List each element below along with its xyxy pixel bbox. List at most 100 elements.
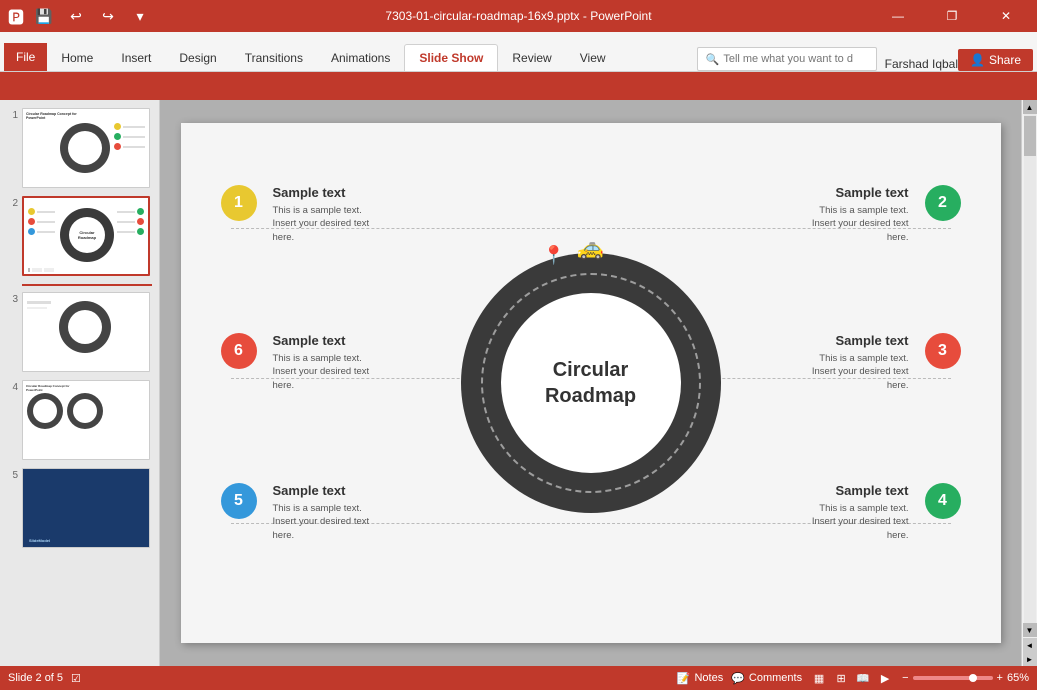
powerpoint-icon: 🅿 (8, 4, 24, 28)
section-4: 4 Sample text This is a sample text.Inse… (804, 483, 961, 542)
tab-review[interactable]: Review (498, 45, 565, 71)
scroll-left-btn[interactable]: ◄ (1023, 638, 1037, 652)
section-2: 2 Sample text This is a sample text.Inse… (804, 185, 961, 244)
zoom-area: − + 65% (902, 672, 1029, 684)
slide-canvas[interactable]: CircularRoadmap 🚕 📍 1 Sample text Th (181, 123, 1001, 643)
dashed-ring (481, 273, 701, 493)
tab-animations[interactable]: Animations (317, 45, 404, 71)
minimize-btn[interactable]: — (875, 0, 921, 32)
section-1: 1 Sample text This is a sample text.Inse… (221, 185, 378, 244)
slide-panel: 1 Circular Roadmap Concept forPowerPoint (0, 100, 160, 666)
window-title: 7303-01-circular-roadmap-16x9.pptx - Pow… (385, 9, 651, 23)
notes-button[interactable]: 📝 Notes (677, 672, 723, 685)
slide-num-5: 5 (4, 468, 18, 481)
title-bar: 🅿 💾 ↩ ↪ ▾ 7303-01-circular-roadmap-16x9.… (0, 0, 1037, 32)
main-content: 1 Circular Roadmap Concept forPowerPoint (0, 100, 1037, 666)
status-left: Slide 2 of 5 ☑ (8, 672, 81, 685)
slide-preview-2[interactable]: CircularRoadmap (22, 196, 150, 276)
slide-num-2: 2 (4, 196, 18, 209)
tab-file[interactable]: File (4, 43, 47, 71)
share-icon: 👤 (970, 53, 985, 67)
zoom-thumb (969, 674, 977, 682)
section-title-5: Sample text (273, 483, 370, 498)
section-body-4: This is a sample text.Insert your desire… (812, 502, 909, 542)
notes-label: Notes (694, 672, 723, 684)
slide-thumb-1[interactable]: 1 Circular Roadmap Concept forPowerPoint (4, 108, 155, 188)
tab-slideshow[interactable]: Slide Show (404, 44, 498, 71)
slide-preview-1[interactable]: Circular Roadmap Concept forPowerPoint (22, 108, 150, 188)
circle-1: 1 (221, 185, 257, 221)
road-ring: CircularRoadmap 🚕 📍 (461, 253, 721, 513)
title-bar-controls: — ❐ ✕ (875, 0, 1029, 32)
tab-insert[interactable]: Insert (107, 45, 165, 71)
normal-view-btn[interactable]: ▦ (810, 669, 828, 687)
customize-quick-btn[interactable]: ▾ (126, 2, 154, 30)
slide-preview-5[interactable]: SlideModel (22, 468, 150, 548)
circle-3: 3 (925, 333, 961, 369)
search-bar[interactable]: 🔍 (697, 47, 877, 71)
share-button[interactable]: 👤 Share (958, 49, 1033, 71)
section-title-4: Sample text (812, 483, 909, 498)
section-title-3: Sample text (812, 333, 909, 348)
car-icon: 🚕 (577, 235, 604, 261)
roadmap-container: CircularRoadmap 🚕 📍 1 Sample text Th (181, 123, 1001, 643)
comments-button[interactable]: 💬 Comments (731, 672, 802, 685)
tab-design[interactable]: Design (165, 45, 230, 71)
slide-thumb-3[interactable]: 3 (4, 292, 155, 372)
notes-icon: 📝 (677, 672, 691, 685)
scroll-area: ▲ ▼ ◄ ► (1021, 100, 1037, 666)
thumb-content-5: SlideModel (23, 469, 149, 547)
slide-thumb-4[interactable]: 4 Circular Roadmap Concept forPowerPoint (4, 380, 155, 460)
restore-btn[interactable]: ❐ (929, 0, 975, 32)
save-quick-btn[interactable]: 💾 (30, 2, 58, 30)
ribbon: File Home Insert Design Transitions Anim… (0, 32, 1037, 100)
thumb-content-1: Circular Roadmap Concept forPowerPoint (23, 109, 149, 187)
search-input[interactable] (723, 53, 853, 65)
section-text-5: Sample text This is a sample text.Insert… (265, 483, 378, 542)
section-text-1: Sample text This is a sample text.Insert… (265, 185, 378, 244)
section-title-2: Sample text (812, 185, 909, 200)
search-icon: 🔍 (706, 53, 720, 66)
tab-transitions[interactable]: Transitions (231, 45, 317, 71)
slide-thumb-2[interactable]: 2 CircularRoadmap (4, 196, 155, 276)
scroll-up-btn[interactable]: ▲ (1023, 100, 1037, 114)
tab-view[interactable]: View (566, 45, 620, 71)
pin-icon: 📍 (543, 245, 565, 266)
zoom-out-btn[interactable]: − (902, 672, 908, 684)
user-name: Farshad Iqbal (885, 57, 958, 71)
slide-num-1: 1 (4, 108, 18, 121)
section-text-6: Sample text This is a sample text.Insert… (265, 333, 378, 392)
scroll-right-btn[interactable]: ► (1023, 652, 1037, 666)
comments-icon: 💬 (731, 672, 745, 685)
slide-sorter-btn[interactable]: ⊞ (832, 669, 850, 687)
view-icons: ▦ ⊞ 📖 ▶ (810, 669, 894, 687)
ribbon-tabs: File Home Insert Design Transitions Anim… (0, 32, 1037, 72)
zoom-slider[interactable] (913, 676, 993, 680)
scroll-down-btn[interactable]: ▼ (1023, 623, 1037, 637)
zoom-in-btn[interactable]: + (997, 672, 1003, 684)
circle-6: 6 (221, 333, 257, 369)
slide-num-3: 3 (4, 292, 18, 305)
scroll-thumb[interactable] (1024, 116, 1036, 156)
section-body-1: This is a sample text.Insert your desire… (273, 204, 370, 244)
slide-info: Slide 2 of 5 (8, 672, 63, 684)
reading-view-btn[interactable]: 📖 (854, 669, 872, 687)
section-body-3: This is a sample text.Insert your desire… (812, 352, 909, 392)
status-bar: Slide 2 of 5 ☑ 📝 Notes 💬 Comments ▦ ⊞ 📖 … (0, 666, 1037, 690)
slide-num-4: 4 (4, 380, 18, 393)
section-6: 6 Sample text This is a sample text.Inse… (221, 333, 378, 392)
section-body-2: This is a sample text.Insert your desire… (812, 204, 909, 244)
tab-home[interactable]: Home (47, 45, 107, 71)
slideshow-btn[interactable]: ▶ (876, 669, 894, 687)
slide-thumb-5[interactable]: 5 SlideModel (4, 468, 155, 548)
close-btn[interactable]: ✕ (983, 0, 1029, 32)
section-body-5: This is a sample text.Insert your desire… (273, 502, 370, 542)
redo-quick-btn[interactable]: ↪ (94, 2, 122, 30)
section-3: 3 Sample text This is a sample text.Inse… (804, 333, 961, 392)
slide-preview-3[interactable] (22, 292, 150, 372)
section-text-2: Sample text This is a sample text.Insert… (804, 185, 917, 244)
title-bar-left: 🅿 💾 ↩ ↪ ▾ (8, 2, 154, 30)
undo-quick-btn[interactable]: ↩ (62, 2, 90, 30)
active-slide-marker (22, 284, 152, 286)
slide-preview-4[interactable]: Circular Roadmap Concept forPowerPoint (22, 380, 150, 460)
